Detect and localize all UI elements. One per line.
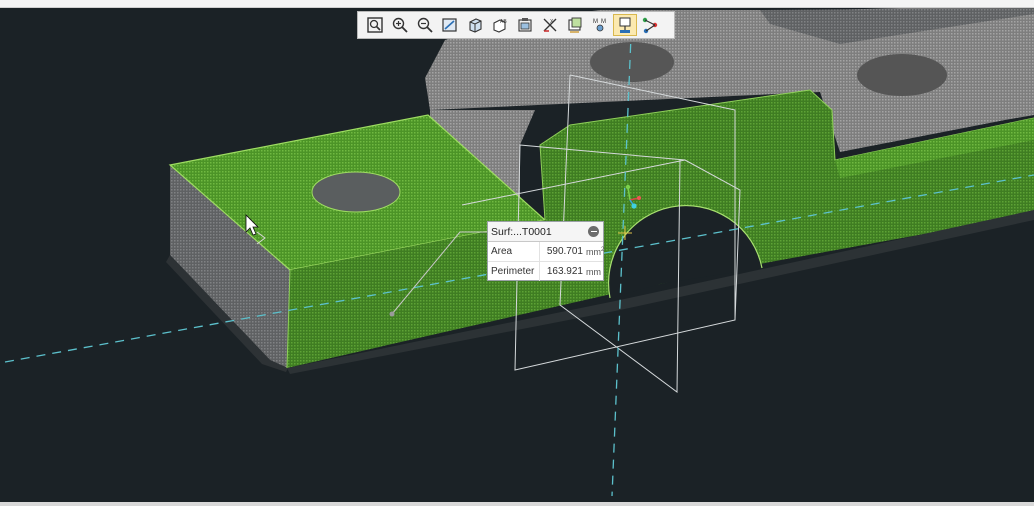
datum-display-button[interactable]: X [538,14,562,36]
measure-result-panel: Surf:...T0001 Area 590.701 mm2 Perimeter… [487,221,604,281]
measure-icon: MM [593,19,606,32]
measure-panel-header: Surf:...T0001 [488,222,603,242]
spin-center-icon [642,17,658,34]
section-button[interactable] [613,14,637,36]
view-toolbar: AB X M M [357,11,675,39]
window-bottom-strip [0,502,1034,506]
measure-value: 590.701 [546,246,583,257]
display-style-button[interactable]: AB [488,14,512,36]
measure-row-area: Area 590.701 mm2 [488,242,605,262]
measure-value: 163.921 [546,266,583,277]
measure-panel-title: Surf:...T0001 [491,225,552,238]
zoom-out-button[interactable] [413,14,437,36]
saved-views-button[interactable] [513,14,537,36]
measure-unit: mm2 [586,246,605,257]
zoom-fit-button[interactable] [363,14,387,36]
zoom-window-button[interactable] [438,14,462,36]
section-icon [619,17,631,33]
display-style-icon: AB [493,19,507,33]
annotation-display-icon [568,17,582,33]
view-orientation-button[interactable] [463,14,487,36]
zoom-in-icon [392,17,408,33]
spin-center-button[interactable] [638,14,662,36]
saved-views-icon [518,18,532,32]
datum-display-icon: X [543,18,557,32]
measure-row-perimeter: Perimeter 163.921 mm [488,262,603,281]
view-orientation-icon [469,18,482,33]
collapse-icon[interactable] [588,226,599,237]
zoom-window-icon [442,18,457,32]
window-top-strip [0,0,1034,8]
measure-unit: mm [586,266,601,277]
svg-text:M: M [601,19,606,25]
measure-label: Perimeter [488,262,540,281]
measure-button[interactable]: MM [588,14,612,36]
zoom-in-button[interactable] [388,14,412,36]
zoom-out-icon [417,17,433,33]
svg-text:AB: AB [500,19,507,25]
zoom-fit-icon [367,17,383,33]
svg-text:M: M [593,19,598,25]
annotation-display-button[interactable] [563,14,587,36]
measure-label: Area [488,242,540,261]
